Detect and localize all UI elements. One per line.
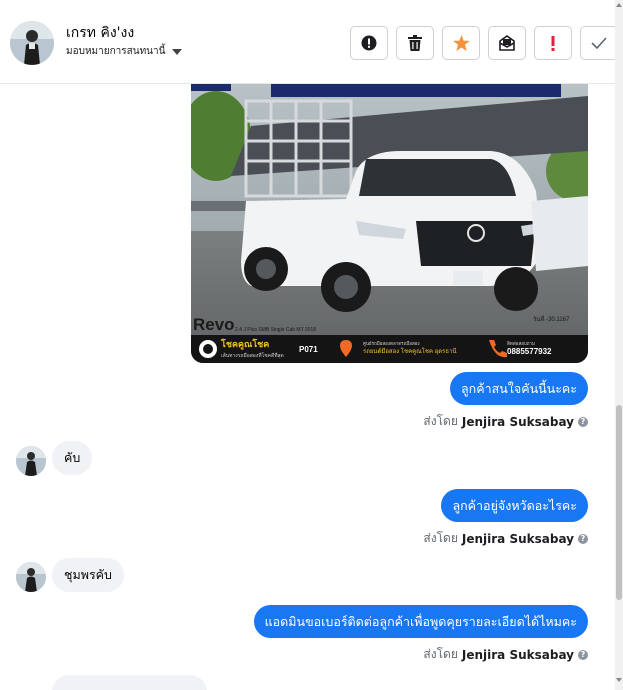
question-icon[interactable]: ? — [578, 649, 588, 660]
check-icon — [591, 37, 607, 49]
assign-conversation-dropdown[interactable]: มอบหมายการสนทนานี้ — [66, 44, 183, 59]
contact-avatar-small[interactable] — [16, 562, 46, 592]
sender-name: Jenjira Suksabay — [461, 531, 574, 546]
message-bubble-incoming[interactable]: คับ — [52, 441, 93, 475]
brand-tagline: เส้นทางรถมือสองที่โชคดีที่สุด — [221, 352, 284, 359]
location-name: รถยนต์มือสอง โชคคูณโชค อุดรธานี — [363, 347, 457, 355]
exclamation-icon — [550, 35, 556, 51]
message-bubble-outgoing[interactable]: แอดมินขอเบอร์ติดต่อลูกค้าเพื่อพูดคุยรายล… — [253, 605, 588, 638]
plate-info: วันที่ -30.1167 — [533, 315, 570, 323]
sent-by-line: ส่งโดย Jenjira Suksabay ? — [423, 412, 588, 431]
brand-logo-text: โชคคูณโชค — [220, 338, 269, 350]
message-bubble-incoming-partial[interactable] — [52, 675, 207, 690]
scrollbar-thumb[interactable] — [616, 405, 622, 600]
message-bubble-incoming[interactable]: ชุมพรคับ — [52, 558, 124, 592]
contact-label: ติดต่อสอบถาม — [507, 341, 535, 346]
sender-name: Jenjira Suksabay — [461, 647, 574, 662]
assign-label: มอบหมายการสนทนานี้ — [66, 46, 166, 57]
mark-unread-icon — [498, 35, 516, 51]
contact-avatar[interactable] — [10, 21, 54, 65]
sender-name: Jenjira Suksabay — [461, 414, 574, 429]
sent-by-prefix: ส่งโดย — [423, 647, 458, 661]
question-icon[interactable]: ? — [578, 416, 588, 427]
model-name: Revo — [193, 315, 235, 334]
message-thread[interactable]: โชคคูณโชค เส้นทางรถมือสองที่โชคดีที่สุด … — [0, 84, 615, 690]
report-button[interactable] — [350, 26, 388, 60]
mark-done-button[interactable] — [580, 26, 618, 60]
question-icon[interactable]: ? — [578, 533, 588, 544]
sent-by-prefix: ส่งโดย — [423, 531, 458, 545]
message-bubble-outgoing[interactable]: ลูกค้าอยู่จังหวัดอะไรคะ — [441, 489, 588, 522]
star-button[interactable] — [442, 26, 480, 60]
message-bubble-outgoing[interactable]: ลูกค้าสนใจคันนี้นะคะ — [450, 372, 588, 405]
mark-unread-button[interactable] — [488, 26, 526, 60]
scroll-up-arrow-icon[interactable] — [616, 3, 622, 7]
sent-by-line: ส่งโดย Jenjira Suksabay ? — [423, 529, 588, 548]
trash-icon — [408, 35, 422, 51]
spam-button[interactable] — [534, 26, 572, 60]
model-spec: 2.4 J Plus SMB Single Cab MT 2018 — [235, 327, 316, 333]
stock-code: P071 — [299, 345, 318, 354]
caret-down-icon — [172, 48, 183, 55]
sent-by-prefix: ส่งโดย — [423, 414, 458, 428]
contact-name[interactable]: เกรท คิง'งง — [66, 22, 134, 44]
scroll-down-arrow-icon[interactable] — [616, 678, 622, 682]
conversation-toolbar — [350, 26, 618, 60]
phone-number: 0885577932 — [507, 347, 552, 356]
location-label: ศูนย์รถมือสองตลาดรถมือสอง — [363, 340, 420, 347]
conversation-header: เกรท คิง'งง มอบหมายการสนทนานี้ — [0, 0, 623, 84]
star-icon — [452, 35, 470, 51]
contact-avatar-small[interactable] — [16, 446, 46, 476]
car-listing-image[interactable]: โชคคูณโชค เส้นทางรถมือสองที่โชคดีที่สุด … — [191, 84, 588, 363]
sent-by-line: ส่งโดย Jenjira Suksabay ? — [423, 645, 588, 664]
delete-button[interactable] — [396, 26, 434, 60]
scrollbar[interactable] — [615, 0, 623, 690]
alert-icon — [361, 35, 377, 51]
